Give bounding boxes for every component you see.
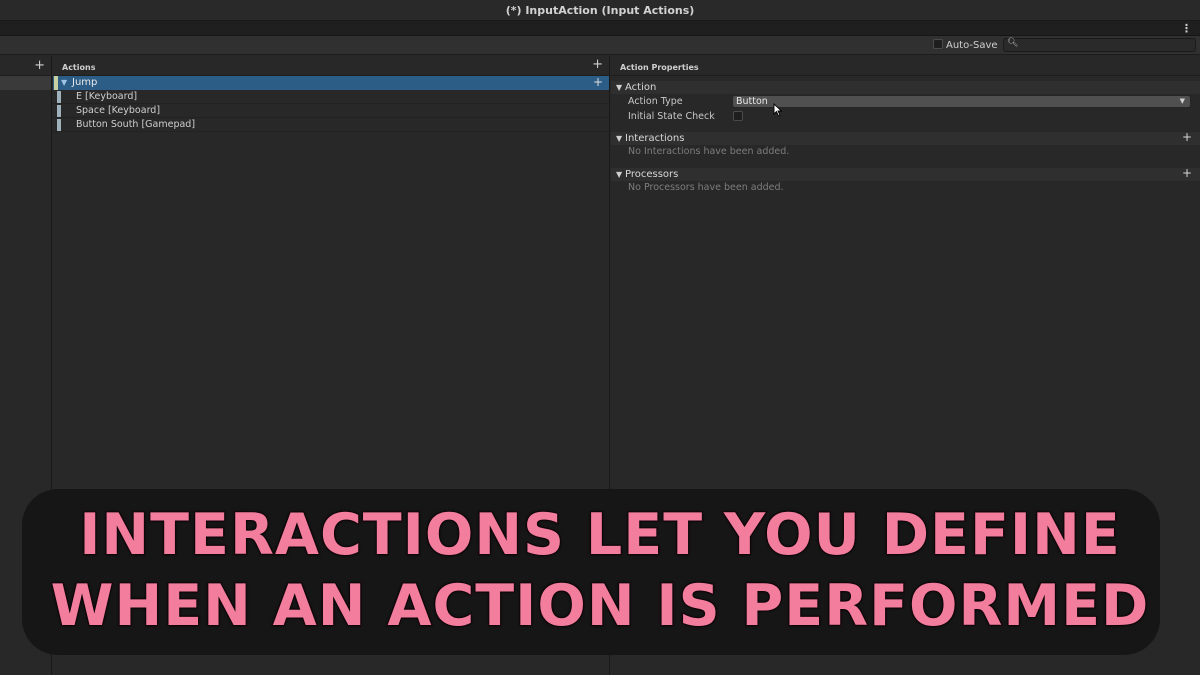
window-title: (*) InputAction (Input Actions) — [505, 4, 695, 17]
toolbar: Auto-Save 🔍︎ — [0, 36, 1200, 55]
interactions-empty-message: No Interactions have been added. — [611, 145, 1200, 159]
autosave-label: Auto-Save — [946, 40, 998, 51]
initial-state-label: Initial State Check — [628, 111, 715, 122]
add-binding-button[interactable]: + — [593, 75, 603, 89]
more-options-icon[interactable]: ⋮ — [1181, 22, 1192, 35]
binding-label: E [Keyboard] — [76, 91, 138, 102]
action-maps-header: + — [0, 56, 51, 76]
processors-empty-text: No Processors have been added. — [628, 182, 784, 193]
processors-empty-message: No Processors have been added. — [611, 181, 1200, 195]
collapse-triangle-icon[interactable]: ▼ — [616, 83, 622, 92]
binding-color-bar — [57, 119, 61, 131]
menu-bar: ⋮ — [0, 21, 1200, 36]
binding-color-bar — [57, 105, 61, 117]
dropdown-arrow-icon: ▼ — [1179, 97, 1185, 105]
add-processor-button[interactable]: + — [1182, 166, 1192, 180]
caption-line-2: WHEN AN ACTION IS PERFORMED — [49, 572, 1150, 641]
properties-header-label: Action Properties — [620, 63, 699, 72]
add-interaction-button[interactable]: + — [1182, 130, 1192, 144]
action-type-value: Button — [736, 96, 768, 107]
binding-item[interactable]: E [Keyboard] — [53, 90, 609, 104]
actions-header-label: Actions — [62, 63, 96, 72]
collapse-triangle-icon[interactable]: ▼ — [616, 134, 622, 143]
caption-line-1: INTERACTIONS LET YOU DEFINE — [78, 501, 1121, 570]
search-icon: 🔍︎ — [1007, 38, 1019, 48]
window-titlebar: (*) InputAction (Input Actions) — [0, 0, 1200, 21]
initial-state-row: Initial State Check — [611, 109, 1200, 124]
action-color-bar — [54, 76, 58, 90]
action-name: Jump — [72, 77, 98, 88]
binding-item[interactable]: Button South [Gamepad] — [53, 118, 609, 132]
mouse-cursor-icon — [773, 103, 783, 117]
action-section-title: Action — [625, 82, 657, 93]
action-item-jump[interactable]: ▼ Jump + — [53, 75, 609, 90]
processors-section-header[interactable]: ▼ Processors + — [611, 166, 1200, 181]
interactions-empty-text: No Interactions have been added. — [628, 146, 790, 157]
add-action-button[interactable]: + — [592, 57, 603, 72]
action-map-item[interactable] — [0, 76, 51, 90]
autosave-checkbox[interactable] — [933, 39, 943, 49]
binding-label: Space [Keyboard] — [76, 105, 161, 116]
actions-header: Actions + — [53, 56, 609, 76]
initial-state-checkbox[interactable] — [733, 111, 743, 121]
properties-header: Action Properties — [611, 56, 1200, 76]
expand-triangle-icon[interactable]: ▼ — [61, 78, 67, 87]
action-section-header[interactable]: ▼ Action — [611, 81, 1200, 94]
collapse-triangle-icon[interactable]: ▼ — [616, 170, 622, 179]
processors-section-title: Processors — [625, 169, 679, 180]
search-input[interactable]: 🔍︎ — [1003, 38, 1196, 52]
interactions-section-header[interactable]: ▼ Interactions + — [611, 130, 1200, 145]
binding-item[interactable]: Space [Keyboard] — [53, 104, 609, 118]
action-type-dropdown[interactable]: Button ▼ — [732, 95, 1191, 108]
binding-color-bar — [57, 91, 61, 103]
action-type-label: Action Type — [628, 96, 683, 107]
add-action-map-button[interactable]: + — [34, 58, 45, 73]
interactions-section-title: Interactions — [625, 133, 685, 144]
binding-label: Button South [Gamepad] — [76, 119, 196, 130]
action-type-row: Action Type Button ▼ — [611, 94, 1200, 109]
